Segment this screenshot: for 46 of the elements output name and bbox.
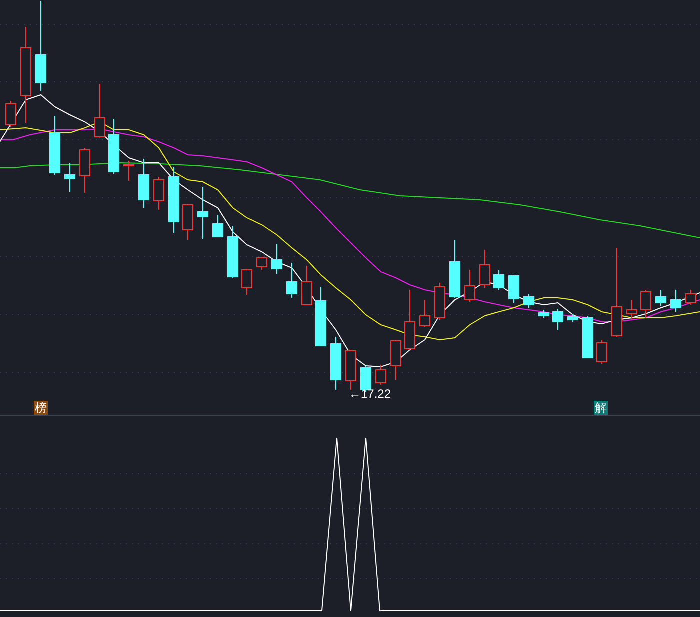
candlestick xyxy=(256,256,268,270)
candlestick xyxy=(582,316,594,358)
candlestick xyxy=(108,118,120,174)
candlestick xyxy=(330,336,342,390)
candlestick xyxy=(686,290,696,306)
candlestick xyxy=(242,268,252,296)
candlestick xyxy=(524,294,534,308)
candlestick xyxy=(80,148,90,194)
candlestick xyxy=(154,176,164,210)
candlestick xyxy=(138,158,150,208)
candlestick xyxy=(508,274,520,304)
candlestick xyxy=(94,84,106,138)
candlestick xyxy=(552,308,564,330)
candlestick xyxy=(404,290,416,350)
candlestick xyxy=(228,226,238,278)
candlestick xyxy=(124,160,134,182)
signal-tag: 榜 xyxy=(34,401,48,415)
candlestick xyxy=(64,162,76,192)
candlestick xyxy=(346,350,356,390)
candlestick xyxy=(390,340,402,380)
candlestick xyxy=(6,100,16,128)
candlestick xyxy=(272,244,282,274)
candlestick xyxy=(302,266,312,306)
candlestick xyxy=(464,270,476,302)
candlestick xyxy=(480,250,490,288)
candlestick xyxy=(168,166,180,234)
candlestick xyxy=(420,300,430,328)
candlestick xyxy=(494,270,504,290)
candlestick xyxy=(434,282,446,320)
candlestick xyxy=(376,364,386,386)
candlestick xyxy=(212,214,224,238)
candlestick xyxy=(596,340,608,364)
candlestick xyxy=(568,314,578,322)
candlestick xyxy=(450,240,460,298)
candlestick xyxy=(316,286,326,346)
candlestick xyxy=(50,116,60,176)
candlestick xyxy=(640,290,652,318)
signal-tag: 解 xyxy=(594,401,608,415)
candlestick xyxy=(198,186,208,240)
candlestick xyxy=(656,290,666,306)
candlestick xyxy=(538,310,550,318)
candlestick xyxy=(286,262,298,298)
low-price-label: ←17.22 xyxy=(349,388,392,400)
candlestick xyxy=(626,300,638,320)
candlestick xyxy=(670,290,682,312)
candlestick xyxy=(182,204,194,240)
